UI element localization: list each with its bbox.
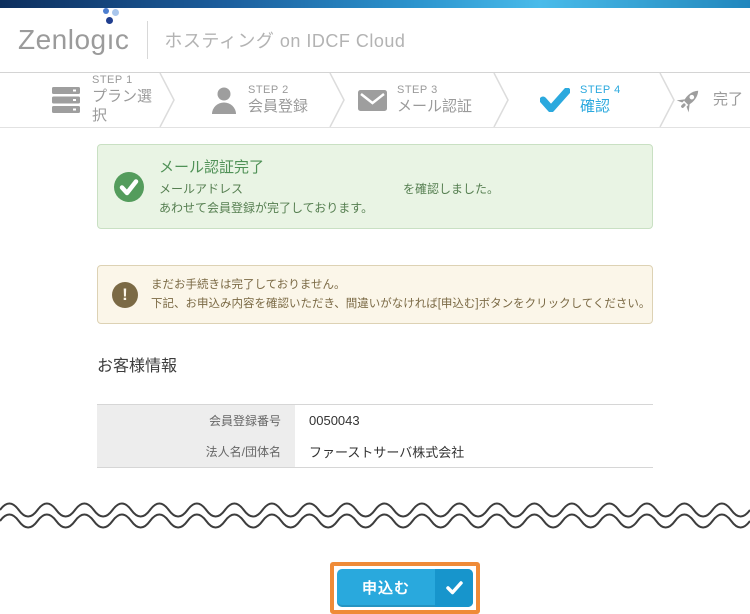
servers-icon bbox=[52, 87, 82, 113]
table-row: 会員登録番号 0050043 bbox=[97, 404, 653, 436]
success-line-1: メールアドレス を確認しました。 bbox=[159, 182, 500, 196]
step-label: プラン選択 bbox=[92, 88, 153, 124]
exclamation-icon: ! bbox=[112, 281, 138, 308]
warning-line-1: まだお手続きは完了しておりません。 bbox=[151, 279, 346, 292]
step-1-plan-select: STEP 1 プラン選択 bbox=[0, 73, 162, 127]
step-label: 会員登録 bbox=[248, 97, 309, 115]
step-2-member-register: STEP 2 会員登録 bbox=[162, 73, 332, 127]
row-label: 会員登録番号 bbox=[97, 404, 295, 436]
success-title: メール認証完了 bbox=[159, 159, 265, 176]
submit-button[interactable]: 申込む bbox=[337, 568, 473, 607]
step-3-mail-auth: STEP 3 メール認証 bbox=[332, 73, 500, 127]
row-label: 法人名/団体名 bbox=[97, 435, 295, 467]
submit-area: 申込む bbox=[0, 561, 750, 614]
step-4-confirm: STEP 4 確認 bbox=[500, 73, 665, 127]
service-subtitle: ホスティング on IDCF Cloud bbox=[164, 31, 406, 51]
main-content: メール認証完了 メールアドレス を確認しました。 あわせて会員登録が完了しておりま… bbox=[0, 144, 653, 468]
envelope-icon bbox=[358, 89, 387, 111]
progress-stepbar: STEP 1 プラン選択 STEP 2 会員登録 STEP 3 メール認証 STEP … bbox=[0, 72, 750, 128]
header-divider bbox=[147, 21, 149, 59]
step-number: STEP 2 bbox=[248, 83, 289, 96]
step-number: STEP 1 bbox=[92, 74, 133, 87]
truncation-wave-divider bbox=[0, 494, 750, 534]
customer-info-heading: お客様情報 bbox=[97, 357, 178, 375]
top-gradient-bar bbox=[0, 0, 750, 8]
logo-dot-lightblue-icon bbox=[111, 9, 119, 16]
step-label: メール認証 bbox=[397, 97, 473, 115]
step-number: STEP 4 bbox=[580, 83, 621, 96]
logo-text: Zenlog bbox=[18, 24, 107, 55]
row-value: ファーストサーバ株式会社 bbox=[309, 444, 465, 460]
submit-button-label: 申込む bbox=[361, 580, 410, 598]
highlight-annotation-box: 申込む bbox=[330, 561, 480, 614]
step-label: 完了 bbox=[713, 90, 744, 108]
warning-box: ! まだお手続きは完了しておりません。 下記、お申込み内容を確認いただき、間違い… bbox=[97, 265, 653, 324]
person-icon bbox=[210, 87, 238, 114]
table-row: 法人名/団体名 ファーストサーバ株式会社 bbox=[97, 435, 653, 467]
step-5-complete: 完了 bbox=[665, 73, 750, 127]
header: Zenlogı c ホスティング on IDCF Cloud bbox=[0, 8, 750, 72]
rocket-icon bbox=[675, 86, 703, 114]
logo-dot-blue-icon bbox=[102, 8, 109, 14]
mail-auth-success-box: メール認証完了 メールアドレス を確認しました。 あわせて会員登録が完了しておりま… bbox=[97, 144, 653, 230]
step-separator bbox=[158, 73, 176, 127]
logo-dot-navy-icon bbox=[105, 17, 113, 24]
button-check-icon bbox=[435, 568, 473, 607]
step-label: 確認 bbox=[580, 97, 611, 115]
success-line-2: あわせて会員登録が完了しております。 bbox=[159, 200, 374, 215]
customer-info-table: 会員登録番号 0050043 法人名/団体名 ファーストサーバ株式会社 bbox=[97, 403, 653, 468]
row-value: 0050043 bbox=[309, 412, 360, 428]
zenlogic-logo: Zenlogı c bbox=[18, 8, 129, 55]
warning-line-2: 下記、お申込み内容を確認いただき、間違いがなければ[申込む]ボタンをクリックして… bbox=[151, 297, 651, 310]
success-check-icon bbox=[114, 171, 144, 202]
step-number: STEP 3 bbox=[397, 83, 438, 96]
step-separator bbox=[492, 73, 510, 127]
step-separator bbox=[658, 73, 676, 127]
check-icon bbox=[540, 88, 570, 112]
step-separator bbox=[328, 73, 346, 127]
